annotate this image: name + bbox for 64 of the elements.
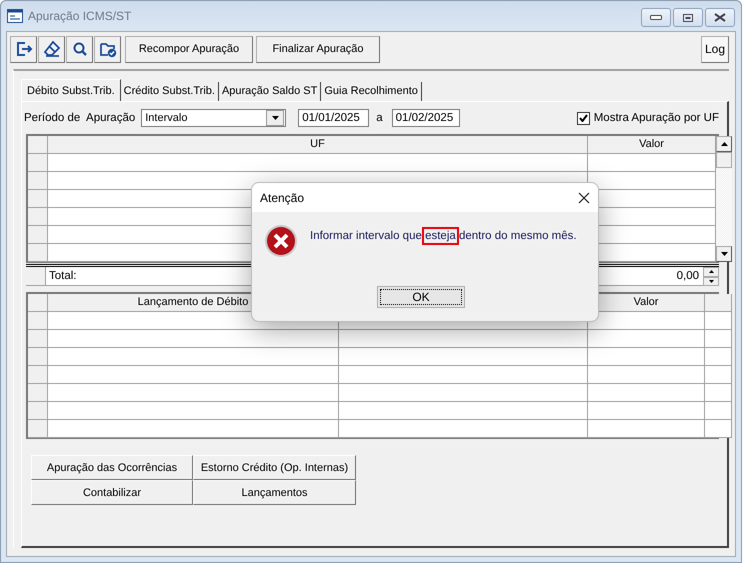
row-indicator <box>28 154 48 172</box>
row-indicator <box>28 348 48 366</box>
search-icon <box>72 41 88 57</box>
spin-control[interactable] <box>703 267 719 286</box>
tab[interactable]: Débito Subst.Trib. <box>21 79 121 101</box>
down-arrow-icon <box>708 280 714 283</box>
table-cell <box>705 348 732 366</box>
folder-check-icon <box>98 40 116 58</box>
toolbar-button[interactable]: Recompor Apuração <box>125 36 253 62</box>
log-button[interactable]: Log <box>701 36 729 62</box>
vertical-scrollbar[interactable] <box>716 136 732 262</box>
minimize-icon <box>650 14 662 20</box>
row-indicator <box>28 294 48 312</box>
minimize-button[interactable] <box>641 8 671 27</box>
eraser-icon <box>42 40 60 58</box>
start-date-field[interactable]: 01/01/2025 <box>298 109 370 127</box>
column-header: UF <box>48 136 588 154</box>
period-label: Período de Apuração <box>24 112 136 124</box>
row-indicator <box>28 330 48 348</box>
row-indicator <box>28 420 48 438</box>
close-icon <box>714 13 726 22</box>
row-indicator <box>28 172 48 190</box>
row-indicator <box>26 267 46 286</box>
dialog-title: Atenção <box>260 190 306 204</box>
table-cell <box>705 402 732 420</box>
up-arrow-icon <box>708 270 714 274</box>
error-icon <box>264 224 298 258</box>
toolbar-button[interactable] <box>38 36 65 62</box>
action-button[interactable]: Estorno Crédito (Op. Internas) <box>193 455 356 480</box>
column-header <box>705 294 732 312</box>
down-arrow-icon <box>720 252 728 256</box>
scroll-thumb[interactable] <box>716 152 732 168</box>
column-header: Valor <box>588 136 716 154</box>
window-app-icon <box>7 9 23 23</box>
table-cell <box>705 330 732 348</box>
table-cell <box>705 366 732 384</box>
toolbar-button[interactable] <box>10 36 37 62</box>
maximize-button[interactable] <box>673 8 703 27</box>
ok-button[interactable]: OK <box>377 286 465 308</box>
table-cell <box>705 384 732 402</box>
row-indicator <box>28 136 48 154</box>
end-date-field[interactable]: 01/02/2025 <box>392 109 460 127</box>
row-indicator <box>28 384 48 402</box>
action-button[interactable]: Lançamentos <box>193 480 356 505</box>
close-icon[interactable] <box>578 192 590 204</box>
maximize-icon <box>683 14 693 22</box>
row-indicator <box>28 366 48 384</box>
toolbar-button[interactable] <box>94 36 121 62</box>
exit-icon <box>14 40 32 58</box>
date-separator: a <box>376 112 383 124</box>
up-arrow-icon <box>720 142 728 146</box>
window-title: Apuração ICMS/ST <box>28 9 132 23</box>
toolbar-button[interactable] <box>66 36 93 62</box>
checkbox-label: Mostra Apuração por UF <box>594 112 719 124</box>
row-indicator <box>28 402 48 420</box>
row-indicator <box>28 312 48 330</box>
action-button[interactable]: Apuração das Ocorrências <box>31 455 193 480</box>
checkbox[interactable] <box>576 112 590 124</box>
period-dropdown[interactable]: Intervalo <box>141 109 286 127</box>
action-button[interactable]: Contabilizar <box>31 480 193 505</box>
toolbar-button[interactable]: Finalizar Apuração <box>256 36 380 62</box>
table-cell <box>705 312 732 330</box>
dropdown-arrow-icon <box>272 116 279 120</box>
close-button[interactable] <box>705 8 735 27</box>
